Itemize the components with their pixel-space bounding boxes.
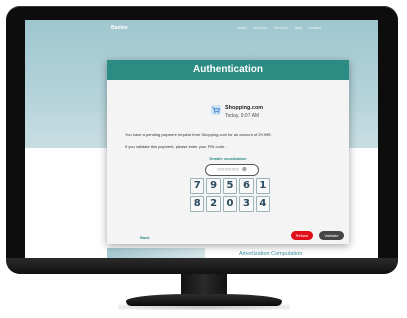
shopping-cart-icon <box>211 105 221 115</box>
pin-input[interactable]: ○○○○○○ ⊗ <box>205 164 259 176</box>
request-time: Today, 9:07 AM <box>225 113 260 119</box>
authentication-dialog: Authentication Shopping.com Today, 9:07 … <box>107 60 349 244</box>
nav-link[interactable]: Blog <box>295 26 302 30</box>
section-heading: Amortization Computation <box>239 251 303 257</box>
website-nav-links: Home About us Services Blog Contact <box>237 26 321 30</box>
enable-vocalization-link[interactable]: Enable vocalization <box>107 156 349 161</box>
nav-link[interactable]: Services <box>274 26 287 30</box>
keypad-key[interactable]: 0 <box>222 196 238 212</box>
monitor-neck <box>181 274 227 296</box>
keypad-key[interactable]: 4 <box>255 196 271 212</box>
validate-button[interactable]: Validate <box>319 231 344 240</box>
refuse-button[interactable]: Refuse <box>291 231 313 240</box>
nav-link[interactable]: Contact <box>309 26 321 30</box>
website-logo[interactable]: Banker <box>111 25 128 31</box>
payment-message: You have a pending payment request from … <box>125 132 272 137</box>
keypad-key[interactable]: 5 <box>222 178 238 194</box>
nav-link[interactable]: About us <box>253 26 267 30</box>
keypad-row: 8 2 0 3 4 <box>190 196 271 212</box>
keypad-key[interactable]: 8 <box>190 196 205 212</box>
website-nav: Banker Home About us Services Blog Conta… <box>25 20 378 36</box>
nav-link[interactable]: Home <box>237 26 246 30</box>
stand-shadow <box>118 304 290 310</box>
merchant-name: Shopping.com <box>225 105 264 111</box>
monitor-chin <box>6 258 398 274</box>
keypad-key[interactable]: 7 <box>190 178 205 194</box>
monitor-frame: Banker Home About us Services Blog Conta… <box>6 6 398 274</box>
keypad-row: 7 9 5 6 1 <box>190 178 271 194</box>
keypad-key[interactable]: 1 <box>255 178 271 194</box>
keypad-key[interactable]: 2 <box>206 196 221 212</box>
keypad-key[interactable]: 6 <box>239 178 254 194</box>
keypad-key[interactable]: 9 <box>206 178 221 194</box>
back-button[interactable]: Back <box>140 235 150 240</box>
keypad-key[interactable]: 3 <box>239 196 254 212</box>
pin-keypad: 7 9 5 6 1 8 2 0 3 4 <box>190 178 271 214</box>
pin-instruction: If you validate this payment, please ent… <box>125 144 227 149</box>
screen: Banker Home About us Services Blog Conta… <box>25 20 378 260</box>
clear-icon[interactable]: ⊗ <box>242 166 247 174</box>
pin-placeholder: ○○○○○○ <box>217 167 239 173</box>
dialog-title: Authentication <box>107 60 349 80</box>
